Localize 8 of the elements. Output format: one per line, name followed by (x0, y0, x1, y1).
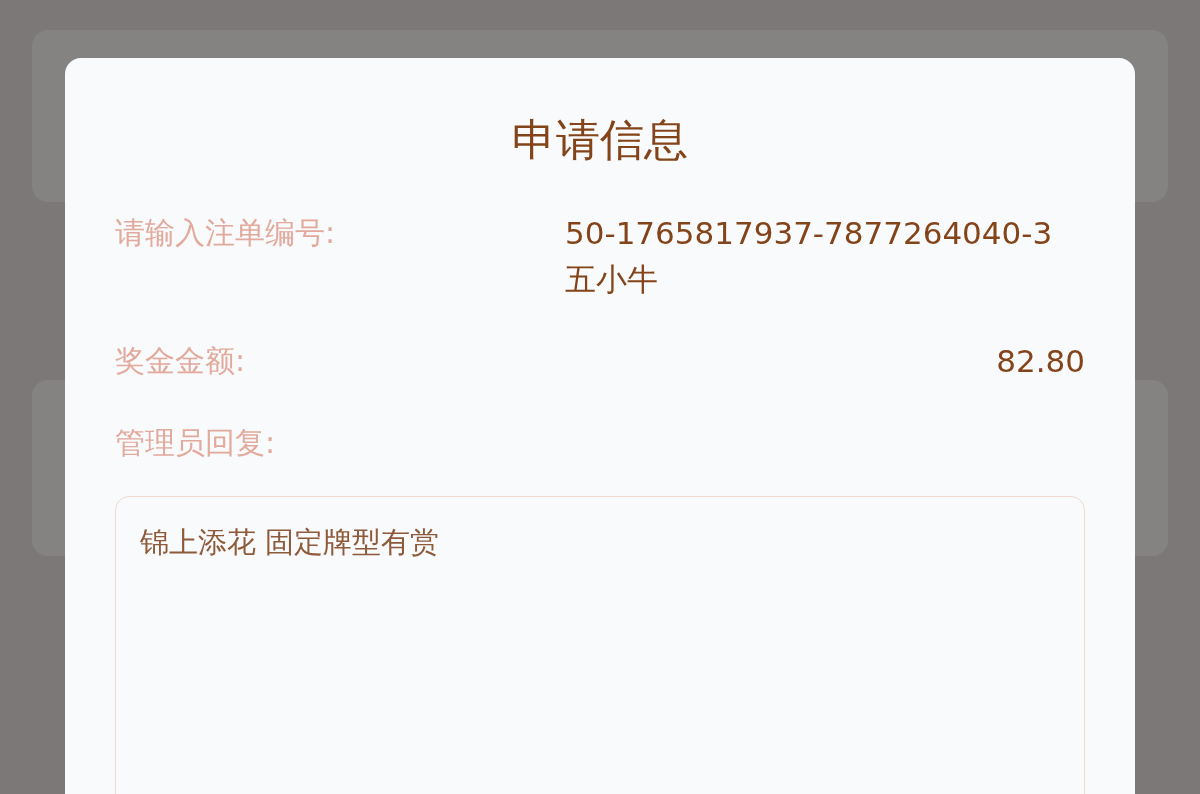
field-value: 82.80 (996, 342, 1085, 381)
field-label: 管理员回复: (115, 424, 277, 462)
field-label: 请输入注单编号: (115, 214, 337, 252)
field-value: 50-1765817937-7877264040-3 (565, 214, 1053, 253)
dialog-title: 申请信息 (511, 113, 689, 167)
field-value: 五小牛 (565, 260, 658, 299)
reply-box[interactable]: 锦上添花 固定牌型有赏 (115, 496, 1085, 794)
field-label: 奖金金额: (115, 342, 247, 380)
